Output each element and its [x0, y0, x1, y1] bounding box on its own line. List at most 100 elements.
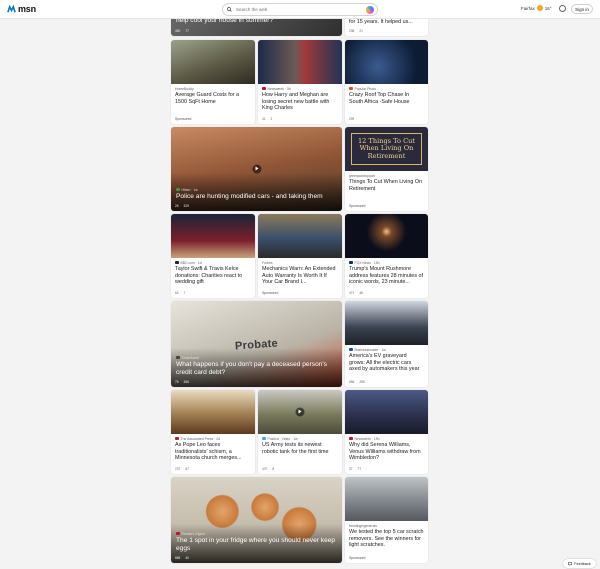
card-title: As Pope Leo faces traditionalists' schis… — [175, 442, 242, 462]
feedback-button[interactable]: Feedback — [563, 559, 596, 568]
card-title: Why did Serena Williams, Venus Williams … — [349, 442, 421, 462]
article-image — [171, 214, 255, 258]
like-count[interactable]: 470 — [262, 467, 267, 471]
like-count[interactable]: 656 — [349, 380, 354, 384]
card-title: The 1 spot in your fridge where you shou… — [176, 537, 336, 552]
like-count[interactable]: 41 — [262, 117, 266, 121]
news-card[interactable]: Newsweek · 19h Why did Serena Williams, … — [345, 390, 428, 474]
comment-count[interactable]: 46 — [359, 291, 363, 295]
article-image — [258, 214, 342, 258]
card-title: Police are hunting modified cars - and t… — [176, 193, 323, 200]
news-card[interactable]: Readers Digest The 1 spot in your fridge… — [171, 477, 342, 563]
news-card[interactable]: HomeBuddy Average Guard Costs for a 1500… — [171, 40, 255, 124]
temperature-label: 16° — [544, 5, 552, 11]
comment-count[interactable]: 7 — [184, 291, 186, 295]
publisher-icon — [349, 436, 353, 441]
card-title: America's EV graveyard grows: All the el… — [349, 353, 420, 373]
news-card[interactable]: Hiberi · 1w Police are hunting modified … — [171, 127, 342, 211]
comment-count[interactable]: 77 — [358, 467, 362, 471]
publisher-icon — [349, 260, 353, 265]
card-reactions: 237 67 — [175, 467, 189, 471]
like-count[interactable]: 450 — [175, 29, 180, 33]
news-card[interactable]: The Associated Press · 2d As Pope Leo fa… — [171, 390, 255, 474]
card-source: greenpointopcom — [349, 173, 376, 178]
comment-count[interactable]: 2 — [271, 117, 273, 121]
news-card[interactable]: FOX News · 15h Trump's Mount Rushmore ad… — [345, 214, 428, 298]
search-icon — [227, 7, 232, 12]
search-input[interactable] — [236, 7, 356, 12]
comment-count[interactable]: 67 — [185, 467, 189, 471]
like-count[interactable]: 471 — [349, 291, 354, 295]
card-title: US Army tests its newest robotic tank fo… — [262, 442, 329, 455]
article-image — [171, 40, 255, 84]
card-source: Hiberi · 1w — [176, 187, 337, 192]
like-count[interactable]: 238 — [349, 29, 354, 33]
news-card[interactable]: BusinessInsider · 1w America's EV gravey… — [345, 301, 428, 387]
article-image — [345, 301, 428, 345]
card-title: Taylor Swift & Travis Kelce donations: C… — [175, 266, 243, 286]
comment-count[interactable]: 40 — [185, 556, 189, 560]
article-image — [345, 390, 428, 434]
news-card[interactable]: Popular Photo Crazy Roof Top Chase In So… — [345, 40, 428, 124]
ad-card[interactable]: trendingingenerals We tested the top 5 c… — [345, 477, 428, 563]
card-source: HomeBuddy — [175, 86, 194, 91]
msn-butterfly-icon — [7, 4, 16, 12]
ad-card[interactable]: 12 Things To Cut When Living On Retireme… — [345, 127, 428, 211]
article-image — [345, 214, 428, 258]
card-reactions: 865 40 — [175, 556, 189, 560]
comment-count[interactable]: 77 — [185, 29, 189, 33]
settings-gear-icon[interactable] — [559, 5, 566, 12]
publisher-icon — [175, 436, 179, 441]
publisher-icon — [262, 436, 266, 441]
card-title: We tested the top 5 car scratch removers… — [349, 529, 424, 549]
publisher-icon — [175, 260, 179, 265]
like-count[interactable]: 26 — [175, 204, 179, 208]
feedback-icon — [568, 561, 573, 566]
card-reactions: 41 2 — [262, 117, 272, 121]
publisher-icon — [262, 86, 266, 91]
sponsored-label: Sponsored — [349, 556, 366, 560]
sign-in-button[interactable]: Sign in — [571, 4, 593, 14]
card-source: Popular Photo — [349, 86, 424, 91]
like-count[interactable]: 64 — [175, 291, 179, 295]
card-source: The Associated Press · 2d — [175, 436, 251, 441]
article-image — [258, 40, 342, 84]
play-video-icon[interactable] — [252, 164, 261, 174]
like-count[interactable]: 865 — [175, 556, 180, 560]
article-image — [345, 477, 428, 521]
comment-count[interactable]: 8 — [272, 467, 274, 471]
comment-count[interactable]: 21 — [359, 29, 363, 33]
card-source: BusinessInsider · 1w — [349, 347, 424, 352]
news-card[interactable]: Probate SmartAsset What happens if you d… — [171, 301, 342, 387]
comment-count[interactable]: 285 — [359, 380, 364, 384]
card-title: How Harry and Meghan are losing secret n… — [262, 92, 330, 112]
card-reactions: 238 21 — [349, 29, 363, 33]
card-source: Readers Digest — [176, 531, 337, 536]
like-count[interactable]: 299 — [349, 117, 354, 121]
search-box[interactable] — [222, 3, 378, 16]
news-card[interactable]: Postiva · Video · 1w US Army tests its n… — [258, 390, 342, 474]
card-reactions: 299 — [349, 117, 354, 121]
news-card[interactable]: Newsweek · 3h How Harry and Meghan are l… — [258, 40, 342, 124]
article-image — [345, 40, 428, 84]
publisher-icon — [349, 86, 353, 91]
ad-card[interactable]: Forbes Mechanics Warn: An Extended Auto … — [258, 214, 342, 298]
card-reactions: 26 329 — [175, 204, 189, 208]
sponsored-label: Sponsored — [349, 204, 366, 208]
article-image — [171, 390, 255, 434]
card-source: BBC.com · 1d — [175, 260, 251, 265]
play-video-icon[interactable] — [295, 407, 305, 417]
news-card[interactable]: BBC.com · 1d Taylor Swift & Travis Kelce… — [171, 214, 255, 298]
card-reactions: 656 285 — [349, 380, 365, 384]
comment-count[interactable]: 366 — [184, 380, 189, 384]
card-source: Forbes — [262, 260, 273, 265]
comment-count[interactable]: 329 — [184, 204, 189, 208]
copilot-icon[interactable] — [366, 6, 374, 14]
card-reactions: 76 366 — [175, 380, 189, 384]
weather-widget[interactable]: Fairfax 16° — [521, 5, 552, 11]
like-count[interactable]: 37 — [349, 467, 353, 471]
like-count[interactable]: 76 — [175, 380, 179, 384]
feedback-label: Feedback — [574, 561, 591, 566]
msn-logo[interactable]: msn — [7, 4, 36, 14]
like-count[interactable]: 237 — [175, 467, 180, 471]
